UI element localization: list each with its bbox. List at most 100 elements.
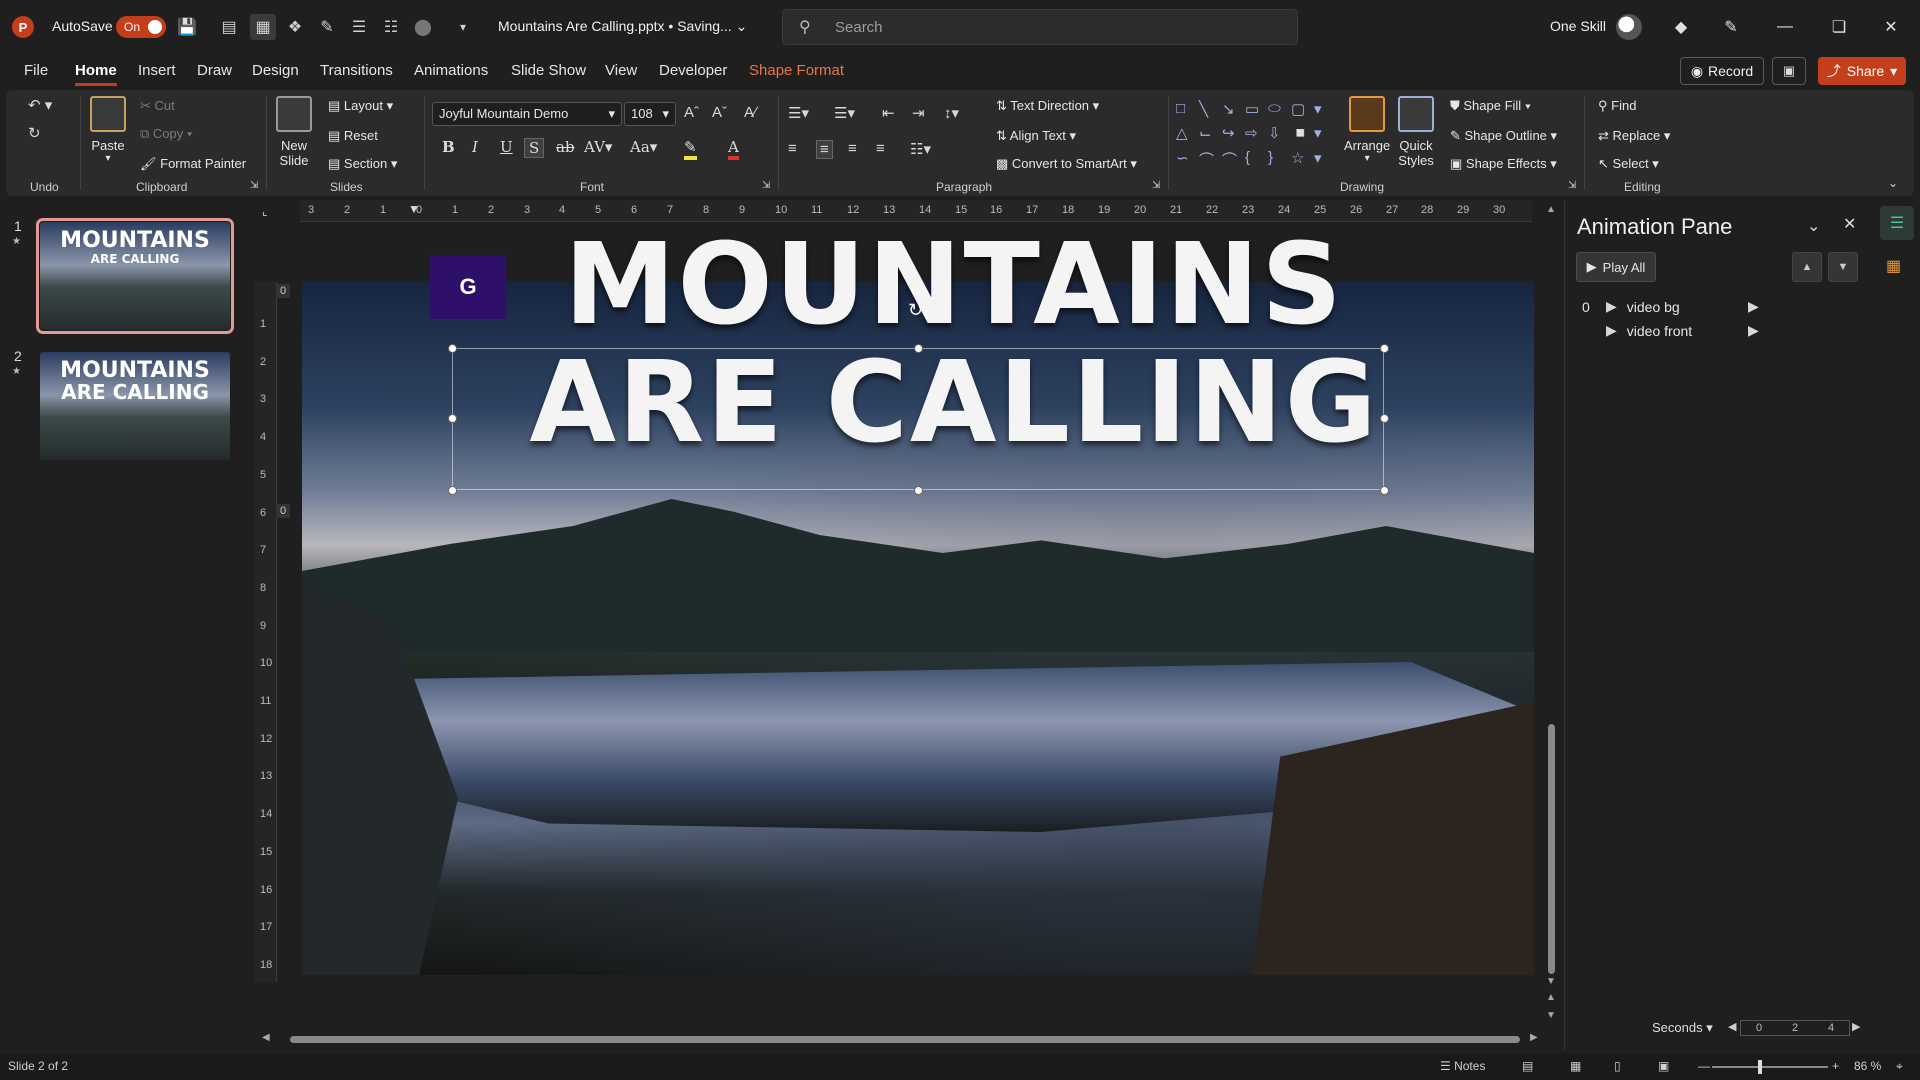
autosave-toggle[interactable]: On <box>116 16 166 38</box>
new-slide-button[interactable]: New Slide <box>276 96 312 168</box>
scroll-down-icon[interactable]: ▼ <box>1546 976 1556 987</box>
normal-view-icon[interactable]: ▤ <box>1522 1059 1533 1073</box>
scroll-left-icon[interactable]: ◀ <box>262 1032 270 1043</box>
zoom-slider-thumb[interactable] <box>1758 1060 1762 1074</box>
clear-formatting-icon[interactable]: A∕ <box>744 104 757 121</box>
font-color-icon[interactable]: A <box>728 138 739 160</box>
slide-sorter-icon[interactable]: ▦ <box>250 14 276 40</box>
zoom-level[interactable]: 86 % <box>1854 1059 1881 1073</box>
align-text-button[interactable]: ⇅ Align Text ▾ <box>996 128 1076 144</box>
avatar[interactable] <box>1616 14 1642 40</box>
expand-gallery-icon[interactable]: ▾ <box>1314 149 1334 172</box>
grow-font-icon[interactable]: Aˆ <box>684 104 699 121</box>
slideshow-view-icon[interactable]: ▣ <box>1658 1059 1669 1073</box>
horizontal-scrollbar[interactable] <box>290 1036 1520 1043</box>
shrink-font-icon[interactable]: Aˇ <box>712 104 727 121</box>
drawing-launcher-icon[interactable]: ⇲ <box>1568 180 1576 191</box>
rounded-rect-shape-icon[interactable]: ▢ <box>1291 100 1311 120</box>
distribute-icon[interactable]: ☷ <box>378 14 404 40</box>
previous-slide-icon[interactable]: ▲ <box>1546 992 1556 1003</box>
comments-button[interactable]: ▣ <box>1772 57 1806 85</box>
tab-developer[interactable]: Developer <box>659 62 727 79</box>
scroll-up-icon[interactable]: ▲ <box>1546 204 1556 215</box>
resize-handle[interactable] <box>448 486 457 495</box>
slide-thumbnail-2[interactable]: MOUNTAINS ARE CALLING <box>40 352 230 460</box>
document-title[interactable]: Mountains Are Calling.pptx • Saving... ⌄ <box>498 18 747 35</box>
close-pane-icon[interactable]: ✕ <box>1843 214 1856 234</box>
scroll-right-icon[interactable]: ▶ <box>1530 1032 1538 1043</box>
clipboard-launcher-icon[interactable]: ⇲ <box>250 180 258 191</box>
reading-view-icon[interactable]: ▯ <box>1614 1059 1621 1073</box>
shape-outline-button[interactable]: ✎ Shape Outline ▾ <box>1450 128 1557 144</box>
justify-icon[interactable]: ≡ <box>876 140 885 157</box>
resize-handle[interactable] <box>1380 486 1389 495</box>
curve-shape-icon[interactable]: ⌒ <box>1199 149 1219 172</box>
text-direction-button[interactable]: ⇅ Text Direction ▾ <box>996 98 1099 114</box>
tab-view[interactable]: View <box>605 62 637 79</box>
align-left-icon[interactable]: ≡ <box>788 140 797 157</box>
share-button[interactable]: ⤴ Share ▾ <box>1818 57 1906 85</box>
align-center-icon[interactable]: ≡ <box>816 140 833 159</box>
indent-marker-icon[interactable]: ▼ <box>408 202 420 216</box>
brace-left-shape-icon[interactable]: { <box>1245 149 1265 172</box>
tab-stop-icon[interactable]: ⌞ <box>262 204 268 218</box>
shapes-gallery[interactable]: □ ╲ ↘ ▭ ⬭ ▢ ▾ △ ⌙ ↪ ⇨ ⇩ ◽ ▾ ∽ ⌒ ⌒{} ☆ ▾ <box>1176 100 1336 172</box>
layout-button[interactable]: ▤ Layout ▾ <box>328 98 393 114</box>
customize-qat-icon[interactable]: ▾ <box>450 14 476 40</box>
user-name[interactable]: One Skill <box>1550 18 1606 34</box>
tab-file[interactable]: File <box>24 62 48 79</box>
record-button[interactable]: ◉ Record <box>1680 57 1764 85</box>
decrease-indent-icon[interactable]: ⇤ <box>882 104 895 122</box>
selection-pane-icon[interactable]: ▦ <box>1886 256 1901 276</box>
more-shapes-icon[interactable]: ▾ <box>1314 100 1334 120</box>
brace-right-shape-icon[interactable]: } <box>1268 149 1288 172</box>
resize-handle[interactable] <box>448 414 457 423</box>
arrange-button[interactable]: Arrange ▾ <box>1344 96 1390 164</box>
anim-list-item[interactable]: ▶ video front <box>1582 322 1762 339</box>
zoom-slider[interactable] <box>1712 1066 1828 1068</box>
resize-handle[interactable] <box>914 344 923 353</box>
quick-styles-button[interactable]: Quick Styles <box>1398 96 1434 168</box>
convert-smartart-button[interactable]: ▩ Convert to SmartArt ▾ <box>996 156 1137 172</box>
shape-icon[interactable]: ⬤ <box>410 14 436 40</box>
restore-icon[interactable]: ❏ <box>1824 12 1854 42</box>
callout-shape-icon[interactable]: ◽ <box>1291 124 1311 144</box>
move-up-button[interactable]: ▲ <box>1792 252 1822 282</box>
resize-handle[interactable] <box>1380 344 1389 353</box>
arc-shape-icon[interactable]: ⌒ <box>1222 149 1242 172</box>
timeline-left-icon[interactable]: ◀ <box>1728 1020 1736 1033</box>
close-icon[interactable]: ✕ <box>1876 12 1906 42</box>
timeline-right-icon[interactable]: ▶ <box>1852 1020 1860 1033</box>
italic-icon[interactable]: I <box>472 138 478 156</box>
replace-button[interactable]: ⇄ Replace ▾ <box>1598 128 1670 144</box>
triangle-shape-icon[interactable]: △ <box>1176 124 1196 144</box>
tab-home[interactable]: Home <box>75 62 117 86</box>
next-slide-icon[interactable]: ▼ <box>1546 1010 1556 1021</box>
cut-button[interactable]: ✂ Cut <box>140 98 175 114</box>
pane-options-icon[interactable]: ⌄ <box>1807 216 1820 236</box>
font-size-select[interactable]: 108 ▾ <box>624 102 676 126</box>
shadow-icon[interactable]: S <box>524 138 545 158</box>
vertical-ruler[interactable]: 1 2 3 4 5 6 7 8 9 10 11 12 13 14 15 16 17 18 <box>255 282 277 982</box>
columns-icon[interactable]: ☷▾ <box>910 140 931 158</box>
right-arrow-shape-icon[interactable]: ⇨ <box>1245 124 1265 144</box>
bullets-icon[interactable]: ☰▾ <box>788 104 809 122</box>
line-spacing-icon[interactable]: ↕▾ <box>944 104 959 122</box>
resize-handle[interactable] <box>1380 414 1389 423</box>
align-icon[interactable]: ☰ <box>346 14 372 40</box>
move-down-button[interactable]: ▼ <box>1828 252 1858 282</box>
rotate-handle-icon[interactable]: ↻ <box>908 300 923 321</box>
section-button[interactable]: ▤ Section ▾ <box>328 156 397 172</box>
oval-shape-icon[interactable]: ⬭ <box>1268 100 1288 120</box>
slide-sorter-view-icon[interactable]: ▦ <box>1570 1059 1581 1073</box>
present-icon[interactable]: ❖ <box>282 14 308 40</box>
collapse-ribbon-icon[interactable]: ⌄ <box>1888 176 1898 190</box>
pen-icon[interactable]: ✎ <box>1716 12 1746 42</box>
copy-button[interactable]: ⧉ Copy ▾ <box>140 126 192 142</box>
paragraph-launcher-icon[interactable]: ⇲ <box>1152 180 1160 191</box>
draw-pen-icon[interactable]: ✎ <box>314 14 340 40</box>
resize-handle[interactable] <box>448 344 457 353</box>
undo-icon[interactable]: ↶ ▾ <box>28 96 52 114</box>
scroll-down-icon[interactable]: ▾ <box>1314 124 1334 144</box>
line-shape-icon[interactable]: ╲ <box>1199 100 1219 120</box>
